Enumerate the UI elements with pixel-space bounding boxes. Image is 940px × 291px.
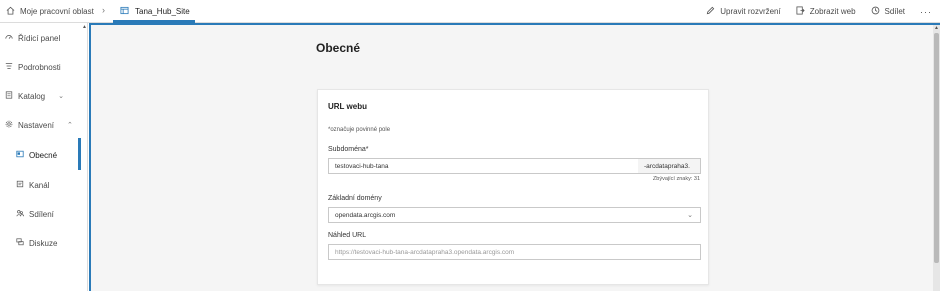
base-domain-value: opendata.arcgis.com [335,211,396,219]
chevron-down-icon: ⌄ [687,212,693,219]
details-icon [5,62,13,72]
top-actions: Upravit rozvržení Zobrazit web Sdílet ··… [706,6,932,17]
sidebar-item-general[interactable]: Obecné [16,150,57,160]
sidebar-item-settings[interactable]: Nastavení ⌃ [5,120,73,130]
url-preview-field: https://testovaci-hub-tana-arcdatapraha3… [328,244,701,260]
active-item-indicator [78,138,81,170]
general-icon [16,150,24,160]
sidebar-item-label: Diskuze [29,238,58,248]
sidebar-item-label: Katalog [18,91,46,101]
catalog-icon [5,91,13,101]
home-icon [6,6,15,17]
share-button[interactable]: Sdílet [871,6,905,17]
sidebar-item-dashboard[interactable]: Řídicí panel [5,33,60,43]
edit-layout-button[interactable]: Upravit rozvržení [706,6,781,17]
workspace-label: Moje pracovní oblast [20,7,94,16]
breadcrumb-separator-icon: › [102,5,105,15]
sidebar-item-details[interactable]: Podrobnosti [5,62,61,72]
sidebar-item-discussion[interactable]: Diskuze [16,238,57,248]
feed-icon [16,180,24,190]
sharing-icon [16,209,24,219]
scrollbar[interactable]: ▲ [933,25,940,291]
launch-icon [796,6,805,17]
site-label: Tana_Hub_Site [135,7,190,16]
chevron-up-icon: ⌃ [67,122,73,129]
breadcrumb-workspace[interactable]: Moje pracovní oblast [6,6,94,17]
breadcrumb-site[interactable]: Tana_Hub_Site [120,6,190,17]
scroll-up-icon[interactable]: ▲ [934,25,939,31]
share-icon [871,6,880,17]
dashboard-icon [5,33,13,43]
view-site-label: Zobrazit web [809,7,856,16]
card-title: URL webu [328,102,367,111]
top-bar: Moje pracovní oblast › Tana_Hub_Site Upr… [0,0,940,23]
base-domain-label: Základní domény [328,195,382,202]
view-site-button[interactable]: Zobrazit web [796,6,856,17]
share-label: Sdílet [884,7,905,16]
main-panel: Obecné URL webu *označuje povinné pole S… [89,23,940,291]
remaining-characters: Zbývající znaky: 31 [652,176,700,182]
edit-layout-label: Upravit rozvržení [720,7,781,16]
subdomain-label: Subdoména* [328,146,369,153]
sidebar-item-feed[interactable]: Kanál [16,180,49,190]
sidebar-item-label: Podrobnosti [18,62,61,72]
page-title: Obecné [316,41,361,55]
pencil-icon [706,6,715,17]
site-icon [120,6,129,17]
required-note: *označuje povinné pole [328,127,391,133]
sidebar-item-label: Řídicí panel [18,33,61,43]
sidebar-item-label: Nastavení [18,120,55,130]
sidebar-item-catalog[interactable]: Katalog ⌄ [5,91,64,101]
sidebar-item-label: Obecné [29,150,58,160]
scrollbar-thumb[interactable] [934,33,939,263]
sidebar-item-label: Sdílení [29,209,54,219]
sidebar-item-sharing[interactable]: Sdílení [16,209,54,219]
more-options-icon[interactable]: ··· [920,7,932,17]
sidebar-item-label: Kanál [29,180,50,190]
discussion-icon [16,238,24,248]
base-domain-select[interactable]: opendata.arcgis.com ⌄ [328,207,701,223]
subdomain-input[interactable]: testovaci-hub-tana [328,158,639,174]
gear-icon [5,120,13,130]
sidebar: ▲ Řídicí panel Podrobnosti Katalog ⌄ Nas… [0,23,88,291]
subdomain-suffix: -arcdatapraha3. [638,158,701,174]
url-preview-label: Náhled URL [328,232,367,239]
scroll-up-icon[interactable]: ▲ [82,24,87,30]
site-url-card: URL webu *označuje povinné pole Subdomén… [317,89,709,285]
chevron-down-icon: ⌄ [58,93,65,100]
